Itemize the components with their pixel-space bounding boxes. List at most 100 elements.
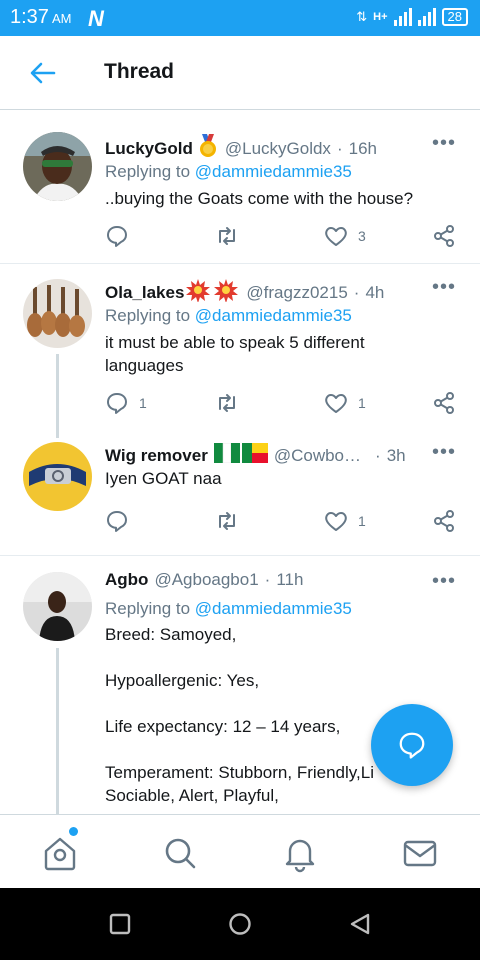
status-bar: 1:37 AM N ⇅ H+ 28 [0, 0, 480, 36]
bottom-navigation [0, 814, 480, 888]
thread-connector [56, 648, 59, 814]
separator: · [375, 445, 381, 465]
data-transfer-icon: ⇅ [356, 9, 368, 24]
like-button[interactable]: 1 [324, 391, 366, 415]
network-type: H+ [373, 11, 388, 23]
reply-button[interactable]: 1 [105, 391, 147, 415]
square-icon [109, 913, 131, 935]
display-name[interactable]: LuckyGold [105, 139, 193, 159]
retweet-button[interactable] [215, 391, 239, 415]
tweet-header: Agbo @Agboagbo1 · 11h [105, 570, 468, 590]
display-name[interactable]: Agbo [105, 570, 148, 590]
timestamp: 3h [386, 445, 406, 465]
display-name[interactable]: Wig remover [105, 446, 208, 466]
collision-icon [186, 278, 240, 307]
tweet-text: it must be able to speak 5 different lan… [105, 333, 365, 375]
back-system-button[interactable] [348, 912, 372, 936]
mention-link[interactable]: @dammiedammie35 [195, 306, 352, 325]
more-options-button[interactable]: ••• [432, 132, 456, 155]
replying-to: Replying to @dammiedammie35 [105, 162, 352, 181]
reply-icon [107, 226, 127, 247]
avatar[interactable] [23, 279, 92, 348]
timestamp: 4h [365, 282, 385, 302]
tweet-header: LuckyGold @LuckyGoldx · 16h [105, 134, 468, 163]
tweet-header: Wig remover @Cowbo… · 3h [105, 442, 468, 468]
like-count: 1 [358, 513, 366, 529]
circle-icon [229, 913, 251, 935]
reply-count: 1 [139, 395, 147, 411]
back-button[interactable] [28, 58, 58, 88]
compose-reply-button[interactable] [371, 704, 453, 786]
user-handle[interactable]: @fragzz0215 [246, 283, 347, 303]
user-handle[interactable]: @Agboagbo1 [154, 570, 258, 590]
avatar[interactable] [23, 572, 92, 641]
nav-messages[interactable] [400, 833, 440, 873]
share-button[interactable] [432, 391, 456, 415]
retweet-icon [219, 512, 235, 530]
more-options-button[interactable]: ••• [432, 441, 456, 464]
tweet[interactable]: LuckyGold @LuckyGoldx · 16h ••• Replying… [0, 116, 480, 264]
mail-icon [403, 840, 437, 867]
heart-icon [325, 227, 347, 246]
app-notification-icon: N [88, 6, 104, 31]
retweet-button[interactable] [215, 224, 239, 248]
system-navigation-bar [0, 888, 480, 960]
tweet-actions: 1 [105, 509, 457, 535]
user-handle[interactable]: @Cowbo… [274, 446, 361, 466]
signal-icon [393, 8, 412, 26]
nav-notifications[interactable] [280, 833, 320, 873]
share-button[interactable] [432, 509, 456, 533]
reply-icon [107, 511, 127, 532]
status-time: 1:37 AM [10, 6, 72, 28]
tweet-actions: 3 [105, 224, 457, 250]
status-indicators: ⇅ H+ 28 [356, 8, 468, 26]
like-button[interactable]: 1 [324, 509, 366, 533]
like-count: 3 [358, 228, 366, 244]
nigeria-flag-icon [213, 442, 240, 468]
tweet-text-line: Hypoallergenic: Yes, [105, 671, 260, 690]
retweet-icon [219, 227, 235, 245]
tweet-actions: 1 1 [105, 391, 457, 417]
mention-link[interactable]: @dammiedammie35 [195, 599, 352, 618]
avatar[interactable] [23, 442, 92, 511]
triangle-back-icon [350, 913, 370, 935]
user-handle[interactable]: @LuckyGoldx [225, 139, 331, 159]
home-system-button[interactable] [228, 912, 252, 936]
reply-button[interactable] [105, 224, 139, 248]
avatar[interactable] [23, 132, 92, 201]
reply-icon [107, 393, 127, 414]
nav-search[interactable] [160, 833, 200, 873]
display-name[interactable]: Ola_lakes [105, 283, 184, 303]
replying-to: Replying to @dammiedammie35 [105, 599, 352, 618]
tweet-text: ..buying the Goats come with the house? [105, 189, 414, 208]
retweet-button[interactable] [215, 509, 239, 533]
reply-button[interactable] [105, 509, 139, 533]
mention-link[interactable]: @dammiedammie35 [195, 162, 352, 181]
recents-button[interactable] [108, 912, 132, 936]
retweet-icon [219, 394, 235, 412]
search-icon [165, 838, 196, 869]
more-options-button[interactable]: ••• [432, 570, 456, 593]
more-options-button[interactable]: ••• [432, 276, 456, 299]
heart-icon [325, 394, 347, 413]
separator: · [336, 138, 343, 158]
heart-icon [325, 512, 347, 531]
timestamp: 11h [276, 570, 304, 589]
share-button[interactable] [432, 224, 456, 248]
arrow-left-icon [30, 62, 56, 84]
like-button[interactable]: 3 [324, 224, 366, 248]
tweet[interactable]: Wig remover @Cowbo… · 3h ••• Iyen GOAT n… [0, 438, 480, 556]
thread-header: Thread [0, 36, 480, 110]
nav-home[interactable] [40, 827, 80, 873]
page-title: Thread [104, 60, 175, 83]
like-count: 1 [358, 395, 366, 411]
thread-connector [56, 354, 59, 438]
timestamp: 16h [348, 138, 377, 158]
signal-2-icon [417, 8, 436, 26]
tweet-text-line: Sociable, Alert, Playful, [105, 786, 279, 805]
tweet[interactable]: Ola_lakes @fragzz0215 · 4h ••• Replying … [0, 264, 480, 438]
share-icon [434, 225, 454, 247]
home-icon [44, 837, 76, 871]
bell-icon [285, 839, 315, 873]
benin-flag-icon [241, 443, 268, 468]
